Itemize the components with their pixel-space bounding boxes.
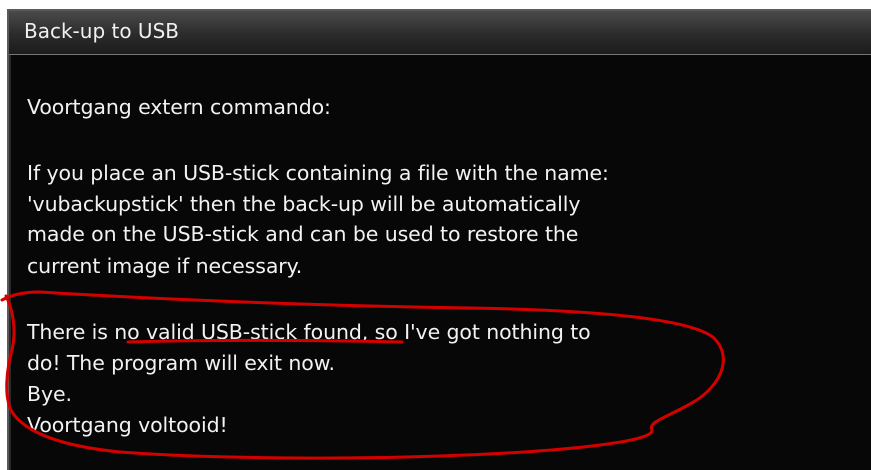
result-line: do! The program will exit now. bbox=[27, 351, 335, 375]
title-bar: Back-up to USB bbox=[9, 11, 871, 55]
window-title: Back-up to USB bbox=[24, 19, 179, 43]
info-line: 'vubackupstick' then the back-up will be… bbox=[27, 192, 581, 216]
info-line: If you place an USB-stick containing a f… bbox=[27, 161, 609, 185]
info-line: made on the USB-stick and can be used to… bbox=[27, 222, 579, 246]
completion-line: Voortgang voltooid! bbox=[27, 413, 228, 437]
info-line: current image if necessary. bbox=[27, 254, 303, 278]
progress-heading: Voortgang extern commando: bbox=[27, 95, 331, 119]
result-line: Bye. bbox=[27, 382, 72, 406]
dialog-window: Back-up to USB Voortgang extern commando… bbox=[7, 9, 871, 470]
output-panel: Voortgang extern commando: If you place … bbox=[9, 55, 871, 470]
result-line: There is no valid USB-stick found, so I'… bbox=[27, 320, 591, 344]
